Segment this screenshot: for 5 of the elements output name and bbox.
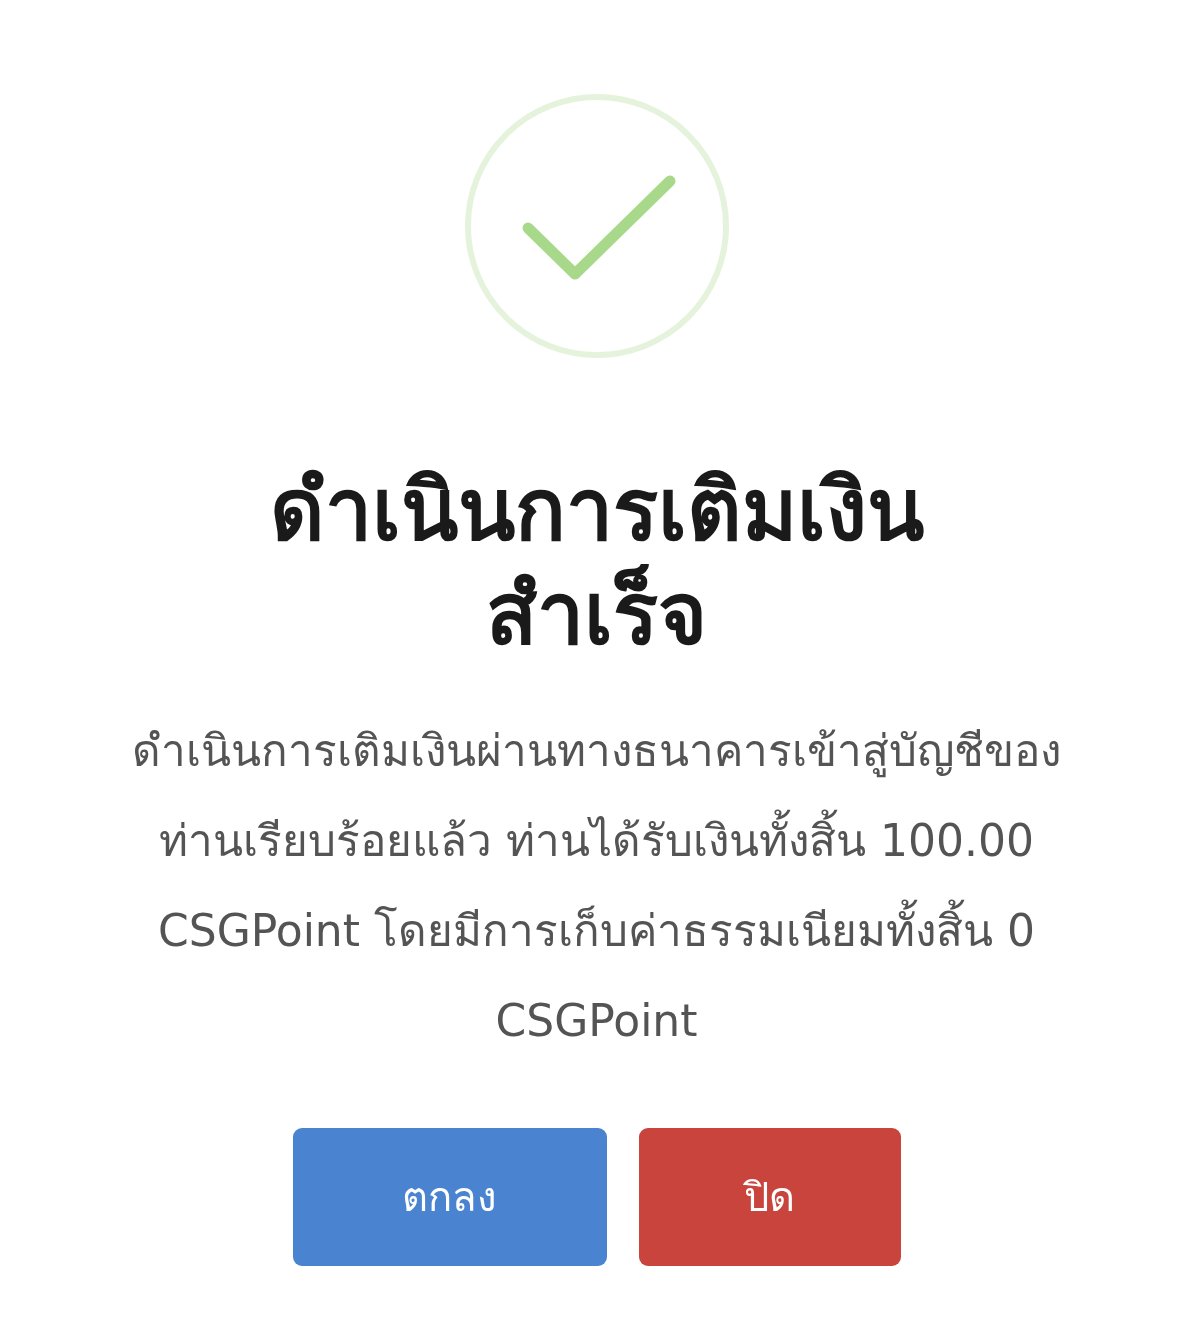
close-button[interactable]: ปิด [638, 1128, 901, 1266]
dialog-title: ดำเนินการเติมเงินสำเร็จ [268, 460, 925, 665]
dialog-message: ดำเนินการเติมเงินผ่านทางธนาคารเข้าสู่บัญชีของท่านเรียบร้อยแล้ว ท่านได้รับเงินทั้งสิ้น 100.00 CSGPoint โดยมีการเก็บค่าธรรมเนียมทั้งสิ้น 0 CSGPoint [131, 724, 1062, 1048]
ok-button[interactable]: ตกลง [292, 1128, 607, 1266]
checkmark-circle-icon [464, 94, 729, 358]
